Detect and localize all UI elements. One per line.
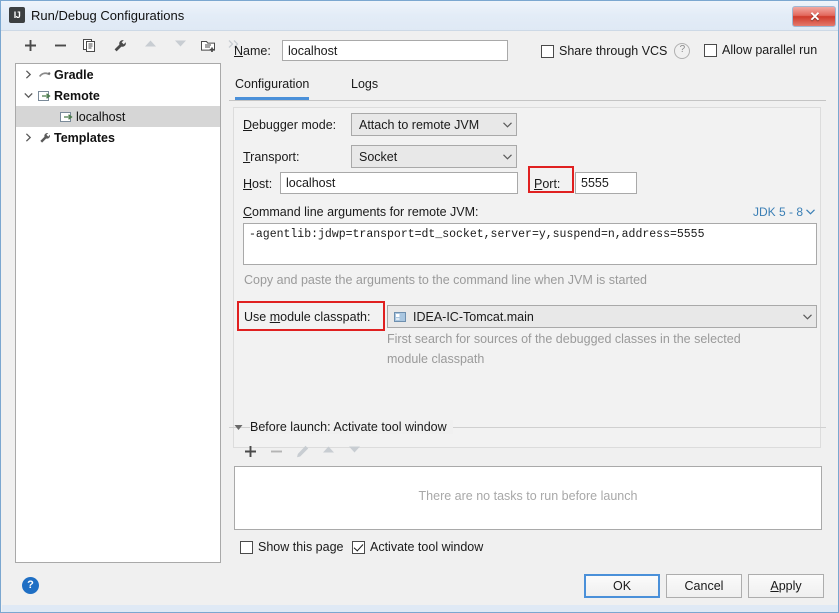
share-vcs-help-icon[interactable]: ? (674, 43, 691, 59)
name-label: Name: (234, 44, 271, 58)
tree-item-localhost[interactable]: localhost (16, 106, 220, 127)
debugger-mode-label: Debugger mode: (243, 118, 337, 132)
activate-tool-window-checkbox[interactable]: Activate tool window (352, 540, 483, 554)
gradle-icon (36, 69, 54, 81)
jdk-version-label: JDK 5 - 8 (752, 205, 803, 219)
close-button[interactable]: ✕ (792, 6, 836, 27)
task-up-button (317, 442, 339, 464)
chevron-right-icon[interactable] (20, 64, 36, 85)
activate-tool-window-checkbox-box (352, 540, 365, 554)
tree-item-gradle[interactable]: Gradle (16, 64, 220, 85)
cancel-button[interactable]: Cancel (666, 574, 742, 598)
wrench-icon (36, 132, 54, 144)
before-launch-header[interactable]: Before launch: Activate tool window (234, 420, 453, 434)
jvm-args-label: Command line arguments for remote JVM: (243, 205, 479, 219)
module-classpath-label: Use module classpath: (244, 310, 371, 324)
title-bar: IJ Run/Debug Configurations ✕ (1, 1, 838, 31)
new-folder-button[interactable] (197, 36, 219, 58)
before-launch-task-list[interactable]: There are no tasks to run before launch (234, 466, 822, 530)
tree-item-templates[interactable]: Templates (16, 127, 220, 148)
name-input[interactable] (282, 40, 508, 61)
tree-item-label: Templates (54, 130, 115, 145)
tab-bar: Configuration Logs (229, 72, 826, 101)
module-classpath-value: IDEA-IC-Tomcat.main (413, 309, 534, 324)
chevron-down-icon (806, 209, 815, 215)
chevron-down-icon[interactable] (20, 85, 36, 106)
tree-item-label: Gradle (54, 67, 94, 82)
configurations-tree[interactable]: Gradle Remote localhost Templates (15, 63, 221, 563)
add-task-button[interactable] (239, 442, 261, 464)
chevron-down-icon (498, 121, 516, 128)
host-input[interactable] (280, 172, 518, 194)
add-button[interactable] (19, 36, 41, 58)
share-through-vcs-checkbox[interactable]: Share through VCS ? (541, 43, 691, 59)
jdk-version-selector[interactable]: JDK 5 - 8 (753, 205, 815, 219)
before-launch-empty-text: There are no tasks to run before launch (418, 489, 638, 503)
edit-templates-button[interactable] (109, 36, 131, 58)
allow-parallel-checkbox-box (704, 43, 717, 57)
remove-button[interactable] (49, 36, 71, 58)
transport-combo[interactable]: Socket (351, 145, 517, 168)
transport-value: Socket (359, 149, 398, 164)
triangle-down-icon (234, 424, 243, 430)
help-button[interactable]: ? (22, 577, 39, 594)
port-input[interactable] (575, 172, 637, 194)
host-label: Host: (243, 177, 273, 191)
share-vcs-label: Share through VCS (559, 44, 668, 58)
tree-item-remote[interactable]: Remote (16, 85, 220, 106)
show-this-page-checkbox[interactable]: Show this page (240, 540, 343, 554)
chevron-down-icon (498, 153, 516, 160)
jvm-args-hint: Copy and paste the arguments to the comm… (244, 273, 647, 287)
share-vcs-checkbox-box (541, 44, 554, 58)
before-launch-title: Before launch: Activate tool window (250, 420, 453, 434)
ok-button[interactable]: OK (584, 574, 660, 598)
edit-task-button (291, 442, 313, 464)
copy-button[interactable] (79, 36, 101, 58)
tree-item-label: Remote (54, 88, 100, 103)
tab-configuration[interactable]: Configuration (235, 72, 310, 100)
remove-task-button (265, 442, 287, 464)
dialog-title: Run/Debug Configurations (31, 8, 185, 23)
remote-icon (58, 111, 76, 123)
tree-item-label: localhost (76, 109, 126, 124)
module-classpath-combo[interactable]: IDEA-IC-Tomcat.main (387, 305, 817, 328)
chevron-down-icon (798, 313, 816, 320)
module-classpath-hint-line1: First search for sources of the debugged… (387, 332, 741, 346)
port-label: Port: (534, 177, 561, 191)
show-this-page-checkbox-box (240, 540, 253, 554)
before-launch-toolbar (239, 442, 439, 466)
debugger-mode-value: Attach to remote JVM (359, 117, 480, 132)
transport-label: Transport: (243, 150, 300, 164)
remote-icon (36, 90, 54, 102)
module-classpath-hint-line2: module classpath (387, 352, 485, 366)
task-down-button (343, 442, 365, 464)
jvm-args-textarea[interactable]: -agentlib:jdwp=transport=dt_socket,serve… (243, 223, 817, 265)
allow-parallel-label: Allow parallel run (722, 43, 818, 57)
app-icon: IJ (9, 7, 25, 23)
close-icon: ✕ (809, 9, 821, 24)
run-debug-configurations-dialog: IJ Run/Debug Configurations ✕ Name: Shar… (0, 0, 839, 613)
debugger-mode-combo[interactable]: Attach to remote JVM (351, 113, 517, 136)
move-up-button (139, 36, 161, 58)
dialog-status-strip (2, 605, 838, 612)
tab-logs[interactable]: Logs (351, 72, 378, 99)
chevron-right-icon[interactable] (20, 127, 36, 148)
module-icon (388, 310, 407, 323)
apply-button[interactable]: Apply (748, 574, 824, 598)
activate-tool-window-label: Activate tool window (370, 540, 484, 554)
show-this-page-label: Show this page (258, 540, 344, 554)
allow-parallel-run-checkbox[interactable]: Allow parallel run (704, 43, 817, 57)
move-down-button (169, 36, 191, 58)
